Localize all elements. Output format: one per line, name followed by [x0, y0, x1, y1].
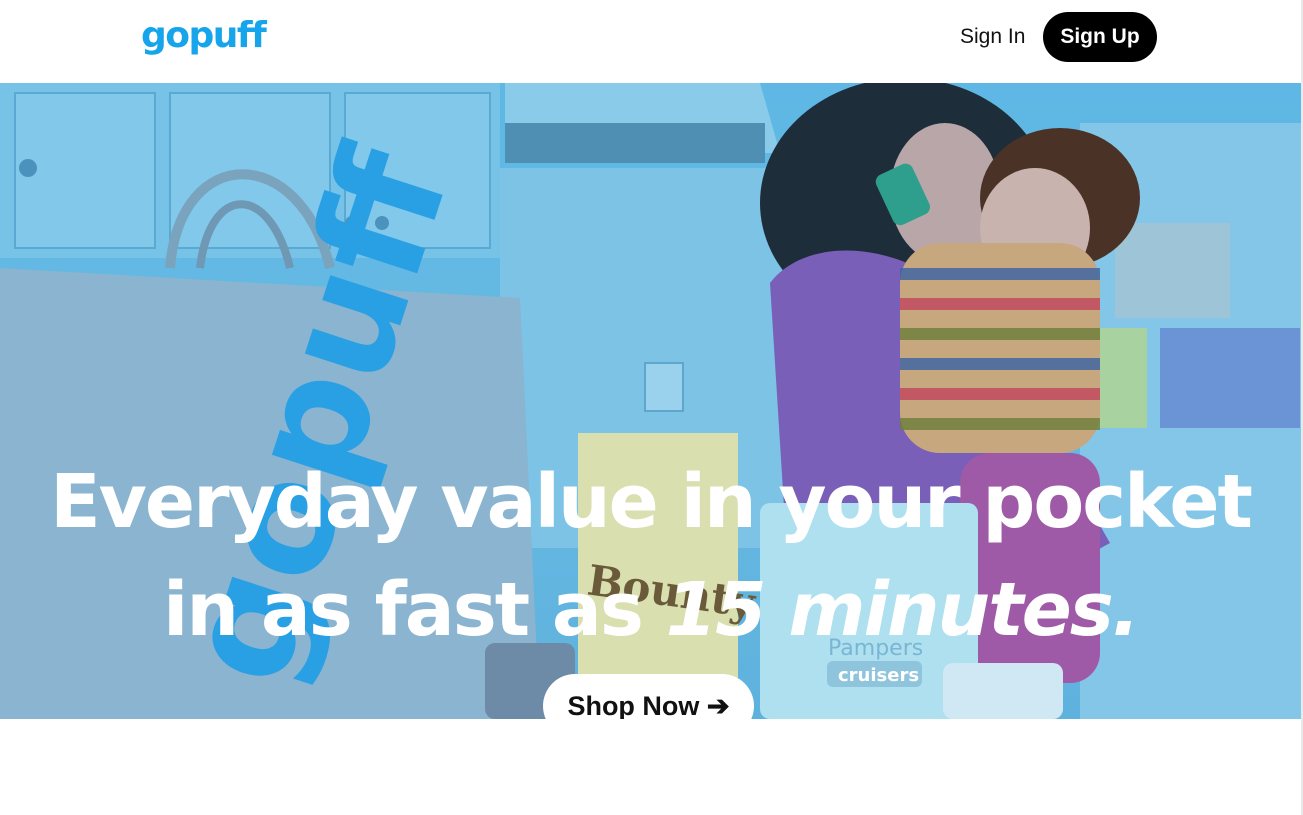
gopuff-logo[interactable]: gopuff [141, 10, 267, 62]
sign-in-link[interactable]: Sign In [960, 22, 1025, 52]
fridge-note [1115, 223, 1230, 318]
fridge-note [1095, 328, 1147, 428]
wall-outlet [644, 362, 684, 412]
sign-up-button[interactable]: Sign Up [1043, 12, 1157, 62]
headline-emphasis: 15 minutes. [665, 567, 1140, 653]
shop-now-button[interactable]: Shop Now ➔ [543, 674, 754, 719]
hero-headline: Everyday value in your pocket in as fast… [0, 448, 1301, 664]
cruisers-label: cruisers [838, 665, 919, 686]
hero-banner: gopuff Bounty Pampers cruisers Everyday … [0, 83, 1301, 719]
headline-line-2: in as fast as 15 minutes. [0, 556, 1301, 664]
cabinet-knob [19, 159, 37, 177]
site-header: gopuff Sign In Sign Up [0, 0, 1303, 83]
fridge-note [1160, 328, 1300, 428]
headline-line-2-prefix: in as fast as [163, 567, 666, 653]
headline-line-1: Everyday value in your pocket [50, 459, 1253, 545]
lotion-bottle [943, 663, 1063, 719]
range-hood-vent [505, 123, 765, 163]
